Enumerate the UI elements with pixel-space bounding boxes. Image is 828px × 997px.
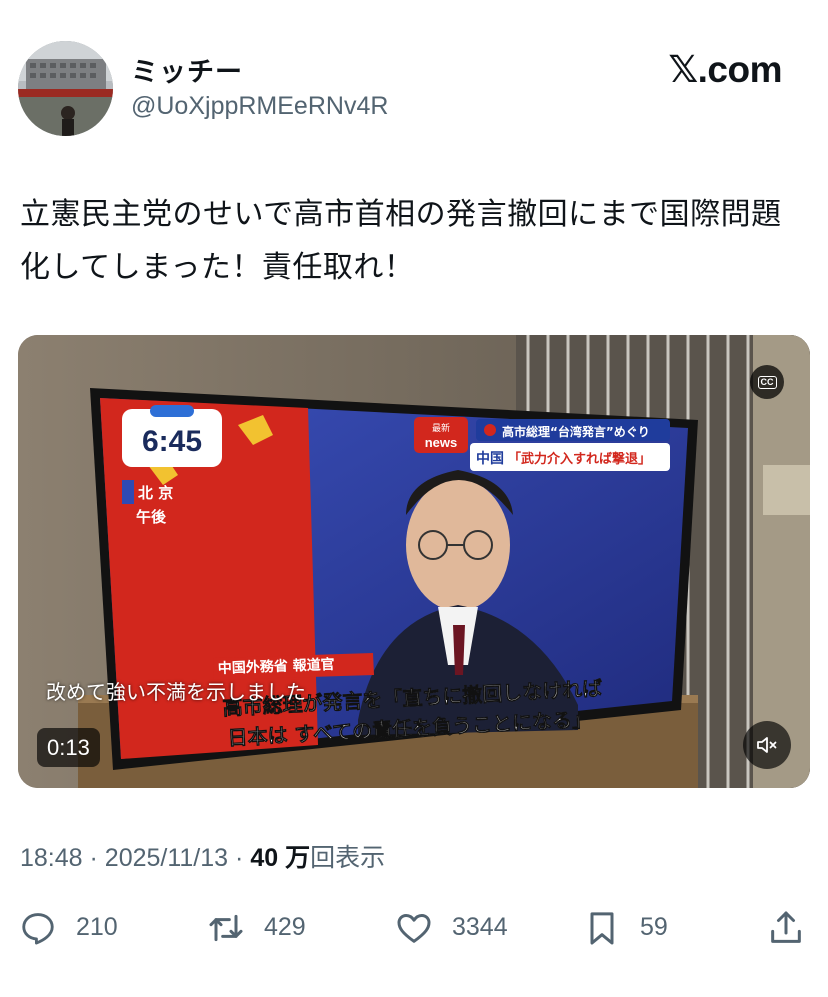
avatar[interactable] (18, 41, 113, 136)
closed-captions-button[interactable]: CC (750, 365, 784, 399)
bookmark-icon (582, 908, 622, 948)
repost-icon (206, 908, 246, 948)
bookmark-button[interactable]: 59 (582, 905, 668, 950)
tv-time-period: 午後 (136, 508, 167, 526)
share-icon (766, 908, 806, 948)
video-caption: 改めて強い不満を示しました (46, 680, 306, 704)
post-date[interactable]: 2025/11/13 (105, 844, 228, 872)
tv-headline-prefix: 中国 (476, 450, 504, 467)
view-count-label: 回表示 (310, 844, 386, 872)
repost-count: 429 (264, 913, 306, 941)
tv-headline-top: 高市総理“台湾発言”めぐり (502, 424, 650, 439)
tv-headline-main: 「武力介入すれば撃退」 (508, 451, 651, 467)
meta-separator: · (89, 844, 98, 872)
post-metadata: 18:48 · 2025/11/13 · 40 万回表示 (20, 838, 385, 874)
meta-separator: · (235, 844, 244, 872)
share-button[interactable] (766, 905, 824, 950)
reply-button[interactable]: 210 (18, 905, 118, 950)
avatar-image (18, 41, 113, 136)
tv-clock: 6:45 (142, 425, 202, 458)
tv-news-badge: news (425, 435, 458, 450)
reply-count: 210 (76, 913, 118, 941)
user-handle[interactable]: @UoXjppRMEeRNv4R (131, 92, 388, 121)
reply-icon (18, 908, 58, 948)
like-button[interactable]: 3344 (394, 905, 508, 950)
bookmark-count: 59 (640, 913, 668, 941)
tv-location: 北 京 (138, 484, 173, 502)
mute-button[interactable] (743, 721, 791, 769)
x-logo-suffix: .com (697, 49, 783, 90)
video-elapsed-time: 0:13 (37, 728, 100, 767)
tv-news-badge-top: 最新 (432, 422, 450, 434)
video-frame: 6:45 北 京 午後 最新 news 高市総理“台湾発言”めぐり 中国 「武力… (18, 335, 810, 788)
view-count: 40 万 (250, 844, 311, 872)
display-name[interactable]: ミッチー (131, 50, 243, 89)
like-count: 3344 (452, 913, 508, 941)
repost-button[interactable]: 429 (206, 905, 306, 950)
x-logo-glyph: 𝕏 (668, 48, 698, 91)
tweet-text: 立憲民主党のせいで高市首相の発言撤回にまで国際問題化してしまった！責任取れ！ (20, 197, 782, 285)
video-player[interactable]: 6:45 北 京 午後 最新 news 高市総理“台湾発言”めぐり 中国 「武力… (18, 335, 810, 788)
post-time[interactable]: 18:48 (20, 844, 83, 872)
heart-icon (394, 908, 434, 948)
cc-icon: CC (757, 375, 777, 389)
speaker-muted-icon (757, 737, 777, 753)
x-com-logo: 𝕏.com (668, 48, 782, 91)
